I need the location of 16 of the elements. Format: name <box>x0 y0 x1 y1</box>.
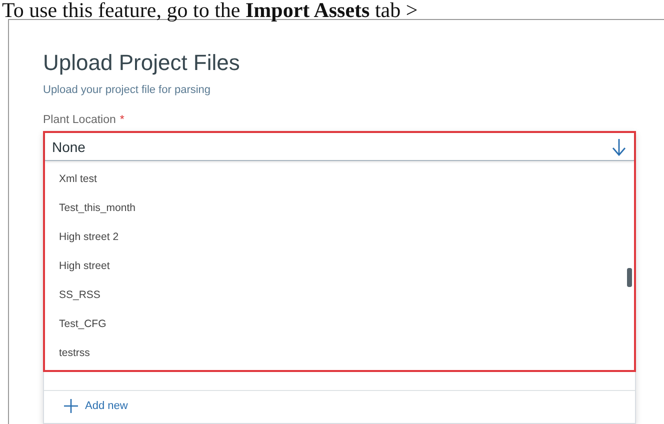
dropdown-option[interactable]: High street <box>45 256 634 285</box>
dropdown-option[interactable]: Test_CFG <box>45 314 634 343</box>
add-new-button[interactable]: Add new <box>64 399 128 413</box>
required-mark: * <box>120 114 124 126</box>
form-subtitle: Upload your project file for parsing <box>43 84 212 96</box>
dropdown-option[interactable]: Xml test <box>45 169 634 198</box>
location-select[interactable]: None <box>45 133 634 161</box>
form-title: Upload Project Files <box>43 50 241 76</box>
dropdown-option[interactable]: High street 2 <box>45 227 634 256</box>
instruction-text: To use this feature, go to the Import Assets tab > <box>1 0 419 19</box>
dropdown-option[interactable]: Test_this_month <box>45 198 634 227</box>
plus-icon <box>64 399 78 413</box>
field-label: Plant Location <box>43 114 116 126</box>
dropdown-option[interactable]: SS_RSS <box>45 285 634 314</box>
scrollbar-thumb[interactable] <box>627 268 632 287</box>
dropdown-option[interactable]: testrss <box>45 343 634 370</box>
